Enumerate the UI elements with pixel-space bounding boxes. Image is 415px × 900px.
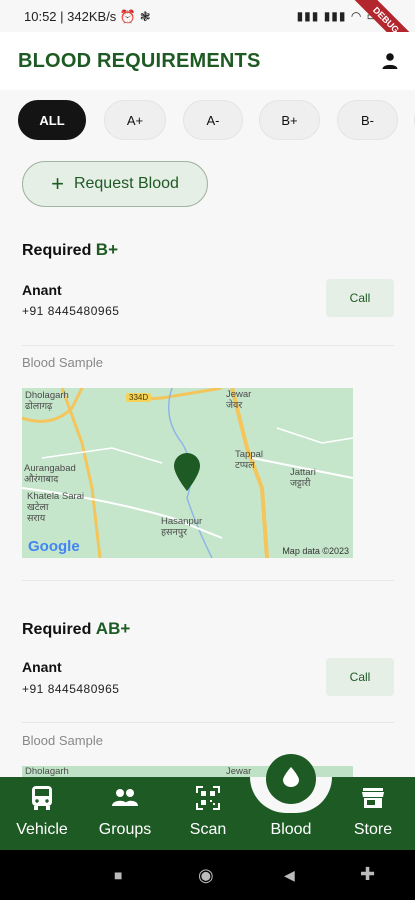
blood-sample-label: Blood Sample xyxy=(22,733,103,748)
requirement-card: Required B+ Anant +91 8445480965 Call Bl… xyxy=(22,240,394,585)
map-label: Khatela Sarai खटेला सराय xyxy=(27,491,85,524)
map-label: Hasanpur हसनपुर xyxy=(161,516,203,538)
call-button[interactable]: Call xyxy=(326,658,394,696)
app-bar: BLOOD REQUIREMENTS xyxy=(0,32,415,90)
plus-icon: + xyxy=(51,171,64,196)
back-icon[interactable]: ◀ xyxy=(284,867,295,884)
home-icon[interactable]: ◉ xyxy=(198,865,214,886)
blood-fab[interactable] xyxy=(266,754,316,804)
request-blood-label: Request Blood xyxy=(73,175,179,192)
nav-blood-label: Blood xyxy=(270,821,312,838)
blood-group: B+ xyxy=(95,240,119,259)
donor-name: Anant xyxy=(22,659,62,675)
nav-vehicle-label: Vehicle xyxy=(16,821,68,838)
page-title: BLOOD REQUIREMENTS xyxy=(18,50,261,72)
map-label: Dholagarh xyxy=(25,766,69,777)
map-label: Jewar जेवर xyxy=(226,389,252,411)
requirement-title: Required B+ xyxy=(22,240,119,259)
nav-scan-label: Scan xyxy=(189,821,227,838)
donor-phone: +91 8445480965 xyxy=(22,682,120,696)
blood-drop-icon xyxy=(283,766,299,792)
location-map[interactable]: Dholagarh ढोलागढ़ Jewar जेवर 334D Aurangab… xyxy=(22,388,353,558)
person-icon[interactable] xyxy=(381,52,399,70)
chip-b-negative[interactable]: B- xyxy=(337,100,398,140)
map-copyright: Map data ©2023 xyxy=(282,546,349,556)
map-label: Aurangabad औरंगाबाद xyxy=(24,463,76,485)
divider xyxy=(22,345,394,346)
qr-scan-icon xyxy=(168,785,248,811)
nav-scan[interactable]: Scan xyxy=(168,785,248,839)
nav-store[interactable]: Store xyxy=(333,785,413,839)
divider xyxy=(22,580,394,581)
blood-group: AB+ xyxy=(95,619,131,638)
nav-groups-label: Groups xyxy=(98,821,152,838)
donor-phone: +91 8445480965 xyxy=(22,304,120,318)
system-navigation-bar: ■ ◉ ◀ ✚ xyxy=(0,850,415,900)
donor-name: Anant xyxy=(22,282,62,298)
chip-a-positive[interactable]: A+ xyxy=(104,100,166,140)
google-logo: Google xyxy=(28,538,80,555)
recents-icon[interactable]: ■ xyxy=(114,867,122,883)
chip-all[interactable]: ALL xyxy=(18,100,86,140)
bottom-navigation: Vehicle Groups Scan Blood Store xyxy=(0,777,415,850)
store-icon xyxy=(333,785,413,811)
map-label: Jattari जट्टारी xyxy=(290,467,316,489)
call-button[interactable]: Call xyxy=(326,279,394,317)
map-label: Jewar xyxy=(226,766,252,777)
nav-groups[interactable]: Groups xyxy=(85,785,165,839)
blood-group-filter: ALL A+ A- B+ B- xyxy=(0,100,415,142)
divider xyxy=(22,722,394,723)
status-bar: 10:52 | 342KB/s ⏰ ❃ ▮▮▮ ▮▮▮ ◠ ▭ DEBUG xyxy=(0,0,415,65)
status-time: 10:52 | 342KB/s ⏰ ❃ xyxy=(24,9,151,24)
blood-sample-label: Blood Sample xyxy=(22,355,103,370)
chip-b-positive[interactable]: B+ xyxy=(259,100,320,140)
groups-icon xyxy=(85,785,165,811)
bus-icon xyxy=(2,785,82,811)
map-label: Tappal टप्पल xyxy=(235,449,263,471)
road-sign: 334D xyxy=(126,393,152,402)
nav-store-label: Store xyxy=(353,821,393,838)
map-label: Dholagarh ढोलागढ़ xyxy=(25,390,69,412)
requirement-card: Required AB+ Anant +91 8445480965 Call B… xyxy=(22,619,394,786)
chip-a-negative[interactable]: A- xyxy=(183,100,243,140)
requirement-title: Required AB+ xyxy=(22,619,131,638)
request-blood-button[interactable]: + Request Blood xyxy=(22,161,208,207)
nav-vehicle[interactable]: Vehicle xyxy=(2,785,82,839)
accessibility-icon[interactable]: ✚ xyxy=(360,864,375,885)
